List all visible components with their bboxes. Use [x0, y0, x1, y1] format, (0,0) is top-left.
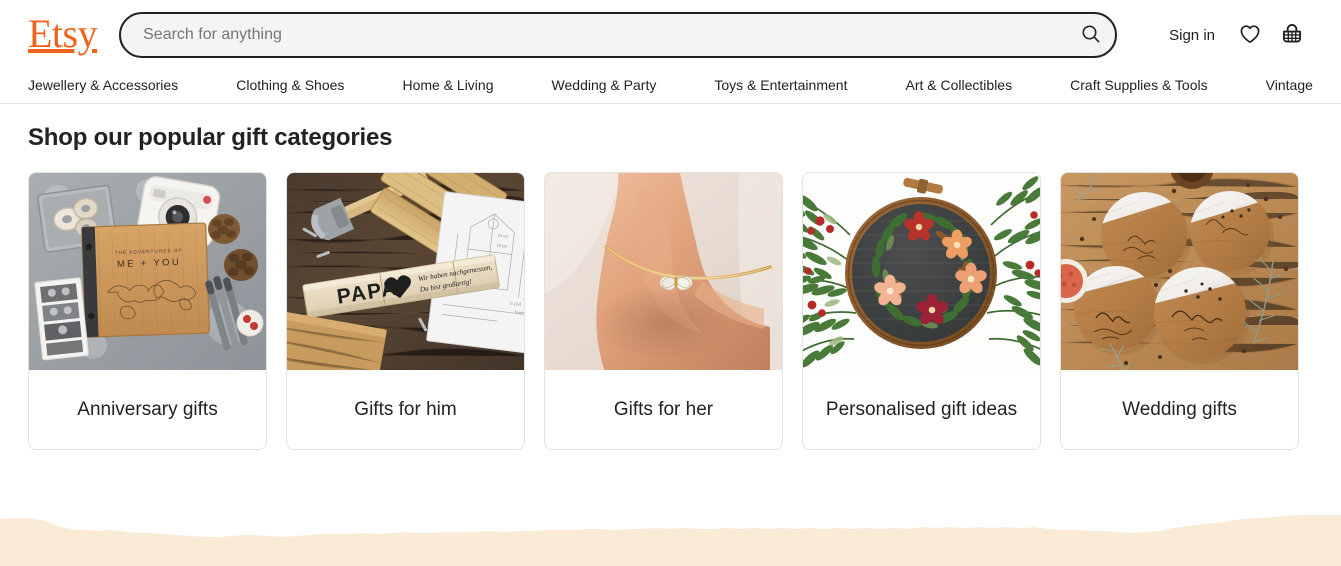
- category-card-label: Wedding gifts: [1122, 399, 1237, 420]
- category-card-gifts-for-her[interactable]: Gifts for her: [544, 172, 783, 450]
- page-title: Shop our popular gift categories: [28, 124, 393, 151]
- nav-item-home-living[interactable]: Home & Living: [402, 75, 493, 99]
- cart-button[interactable]: [1271, 14, 1313, 56]
- gift-category-cards: THE ADVENTURES OF ME + YOU Anniversary g…: [28, 172, 1313, 450]
- svg-text:ME + YOU: ME + YOU: [117, 256, 181, 269]
- category-image-gifts-for-him: 24 cm 18 cm G 12/4 5 mm PAPA Wir haben n…: [287, 173, 524, 370]
- category-image-wedding-gifts: [1061, 173, 1298, 370]
- nav-item-jewellery-accessories[interactable]: Jewellery & Accessories: [28, 75, 178, 99]
- category-card-anniversary-gifts[interactable]: THE ADVENTURES OF ME + YOU Anniversary g…: [28, 172, 267, 450]
- category-card-label: Anniversary gifts: [77, 399, 218, 420]
- category-image-gifts-for-her: [545, 173, 782, 370]
- etsy-logo[interactable]: Etsy: [28, 13, 98, 54]
- nav-item-vintage[interactable]: Vintage: [1266, 75, 1313, 99]
- main-content: Shop our popular gift categories THE ADV…: [0, 104, 1341, 450]
- category-image-anniversary-gifts: THE ADVENTURES OF ME + YOU: [29, 173, 266, 370]
- category-card-wedding-gifts[interactable]: Wedding gifts: [1060, 172, 1299, 450]
- favorites-button[interactable]: [1229, 14, 1271, 56]
- nav-item-wedding-party[interactable]: Wedding & Party: [552, 75, 657, 99]
- sign-in-link[interactable]: Sign in: [1155, 19, 1229, 52]
- torn-paper-divider: [0, 476, 1341, 566]
- category-card-label: Personalised gift ideas: [825, 399, 1018, 420]
- category-card-label: Gifts for him: [354, 399, 457, 420]
- category-card-label: Gifts for her: [613, 399, 714, 420]
- category-nav: Jewellery & Accessories Clothing & Shoes…: [0, 70, 1341, 104]
- etsy-homepage: Etsy Sign in: [0, 0, 1341, 566]
- site-header: Etsy Sign in: [0, 0, 1341, 70]
- heart-icon: [1238, 22, 1262, 49]
- search-button[interactable]: [1073, 17, 1109, 53]
- nav-item-art-collectibles[interactable]: Art & Collectibles: [906, 75, 1013, 99]
- nav-item-toys-entertainment[interactable]: Toys & Entertainment: [714, 75, 847, 99]
- nav-item-clothing-shoes[interactable]: Clothing & Shoes: [236, 75, 344, 99]
- basket-icon: [1279, 21, 1305, 50]
- nav-item-craft-supplies-tools[interactable]: Craft Supplies & Tools: [1070, 75, 1207, 99]
- header-actions: Sign in: [1155, 14, 1313, 56]
- search-icon: [1079, 22, 1103, 49]
- search-bar: [119, 12, 1118, 58]
- search-input[interactable]: [143, 14, 1074, 56]
- category-image-personalised-gift-ideas: [803, 173, 1040, 370]
- search-box[interactable]: [119, 12, 1118, 58]
- category-card-gifts-for-him[interactable]: 24 cm 18 cm G 12/4 5 mm PAPA Wir haben n…: [286, 172, 525, 450]
- category-card-personalised-gift-ideas[interactable]: Personalised gift ideas: [802, 172, 1041, 450]
